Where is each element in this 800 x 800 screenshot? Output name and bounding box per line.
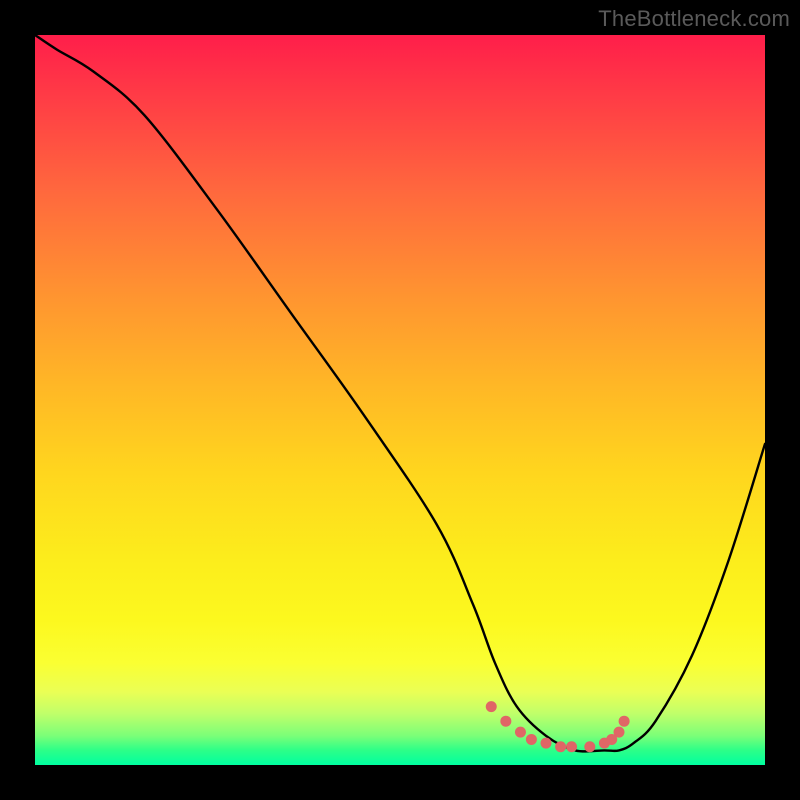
marker-dot: [619, 716, 630, 727]
plot-area: [35, 35, 765, 765]
marker-dot: [515, 727, 526, 738]
marker-dot: [555, 741, 566, 752]
marker-dot: [486, 701, 497, 712]
marker-dot: [526, 734, 537, 745]
marker-dot: [566, 741, 577, 752]
chart-svg: [35, 35, 765, 765]
marker-dot: [584, 741, 595, 752]
marker-dot: [614, 727, 625, 738]
marker-dot: [541, 738, 552, 749]
watermark-text: TheBottleneck.com: [598, 6, 790, 32]
chart-frame: TheBottleneck.com: [0, 0, 800, 800]
bottleneck-curve: [35, 35, 765, 751]
marker-dot: [500, 716, 511, 727]
marker-dots: [486, 701, 630, 752]
